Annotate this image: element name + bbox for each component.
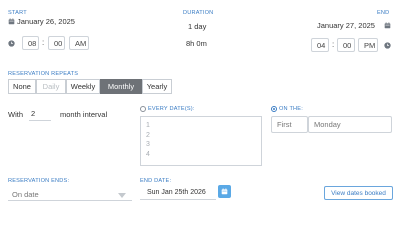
ends-label: RESERVATION ENDS: bbox=[8, 178, 70, 184]
end-minute-input[interactable]: 00 bbox=[337, 38, 355, 52]
duration-label: DURATION bbox=[183, 10, 214, 16]
end-date-calendar-button[interactable] bbox=[218, 185, 231, 198]
ends-select-value: On date bbox=[12, 190, 39, 199]
start-ampm-input[interactable]: AM bbox=[69, 36, 89, 50]
start-hour-input[interactable]: 08 bbox=[22, 36, 39, 50]
repeat-option-monthly[interactable]: Monthly bbox=[100, 79, 142, 94]
start-date[interactable]: January 26, 2025 bbox=[17, 17, 75, 26]
end-time-colon: : bbox=[332, 40, 335, 49]
repeat-option-none[interactable]: None bbox=[8, 79, 36, 94]
ends-select[interactable]: On date bbox=[8, 186, 132, 201]
clock-icon bbox=[384, 42, 391, 51]
end-hour-input[interactable]: 04 bbox=[311, 38, 329, 52]
list-item[interactable]: 3 bbox=[141, 140, 261, 150]
repeat-option-daily[interactable]: Daily bbox=[36, 79, 66, 94]
calendar-icon bbox=[221, 188, 228, 195]
list-item[interactable]: 4 bbox=[141, 150, 261, 160]
repeats-label: RESERVATION REPEATS bbox=[8, 71, 79, 77]
start-minute-input[interactable]: 00 bbox=[48, 36, 65, 50]
end-date-input[interactable]: Sun Jan 25th 2026 bbox=[140, 186, 216, 200]
end-ampm-input[interactable]: PM bbox=[358, 38, 378, 52]
end-date[interactable]: January 27, 2025 bbox=[317, 21, 375, 30]
calendar-icon bbox=[8, 18, 15, 27]
end-date-label: END DATE: bbox=[140, 178, 172, 184]
start-time-colon: : bbox=[42, 38, 45, 47]
interval-prefix: With bbox=[8, 110, 23, 119]
every-dates-listbox[interactable]: 1 2 3 4 bbox=[140, 116, 262, 166]
start-label: START bbox=[8, 10, 27, 16]
end-date-value: Sun Jan 25th 2026 bbox=[147, 189, 206, 196]
repeat-option-yearly[interactable]: Yearly bbox=[142, 79, 172, 94]
calendar-icon bbox=[384, 22, 391, 31]
list-item[interactable]: 1 bbox=[141, 121, 261, 131]
clock-icon bbox=[8, 40, 15, 49]
repeat-option-weekly[interactable]: Weekly bbox=[66, 79, 100, 94]
on-the-label: ON THE: bbox=[279, 106, 303, 112]
interval-input[interactable]: 2 bbox=[29, 109, 51, 121]
every-dates-label: EVERY DATE(S): bbox=[148, 106, 195, 112]
interval-suffix: month interval bbox=[60, 110, 108, 119]
end-label: END bbox=[377, 10, 390, 16]
duration-hours: 8h 0m bbox=[186, 39, 207, 48]
on-the-radio[interactable] bbox=[271, 106, 277, 112]
caret-down-icon bbox=[118, 191, 126, 200]
duration-days: 1 day bbox=[188, 22, 207, 31]
every-dates-radio[interactable] bbox=[140, 106, 146, 112]
on-the-weekday-select[interactable]: Monday bbox=[308, 116, 392, 133]
view-dates-booked-button[interactable]: View dates booked bbox=[324, 186, 393, 200]
on-the-ordinal-select[interactable]: First bbox=[271, 116, 308, 133]
list-item[interactable]: 2 bbox=[141, 131, 261, 141]
